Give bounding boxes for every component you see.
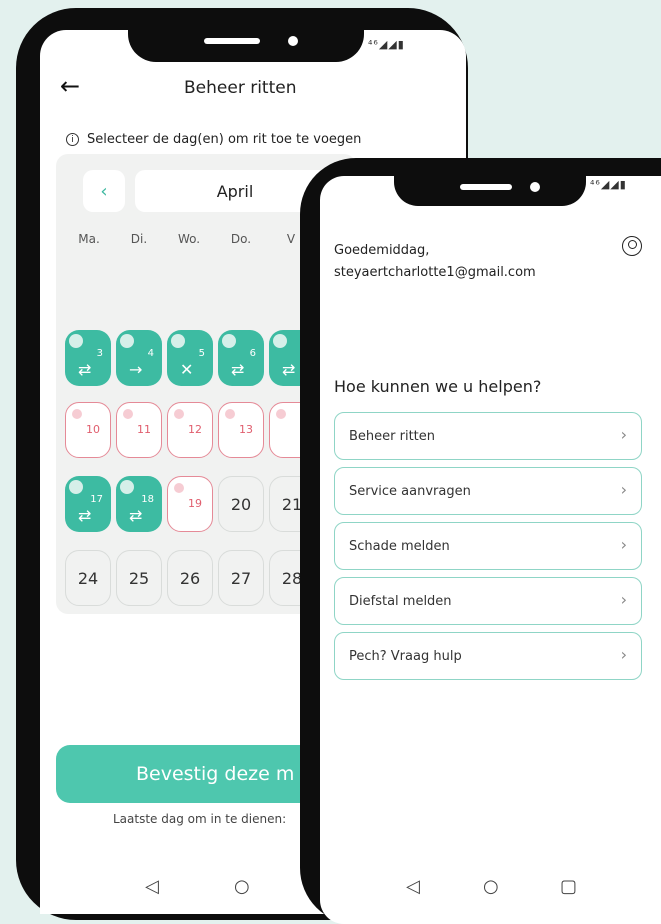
status-dot [174,409,184,419]
day-number: 19 [188,497,202,510]
calendar-day[interactable]: 24 [65,550,111,606]
day-number: 12 [188,423,202,436]
menu-item-label: Beheer ritten [349,428,436,444]
day-number: 10 [86,423,100,436]
menu-item-beheer-ritten[interactable]: Beheer ritten › [334,412,642,460]
nav-recent-icon[interactable]: ▢ [560,876,577,897]
nav-home-icon[interactable]: ○ [483,876,499,897]
calendar-day-ride[interactable]: 18 ⇄ [116,476,162,532]
calendar-day-ride[interactable]: 17 ⇄ [65,476,111,532]
greeting: Goedemiddag, steyaertcharlotte1@gmail.co… [334,240,536,284]
calendar-day-ride[interactable]: 4 → [116,330,162,386]
status-dot [276,409,286,419]
round-trip-icon: ⇄ [129,506,143,525]
calendar-day[interactable]: 20 [218,476,264,532]
round-trip-icon: ⇄ [78,506,92,525]
menu-item-label: Schade melden [349,538,450,554]
round-trip-icon: ⇄ [282,360,296,379]
cancel-icon: ✕ [180,360,194,379]
profile-icon[interactable] [622,236,642,256]
status-dot [120,480,134,494]
notch [394,166,586,206]
menu-item-label: Pech? Vraag hulp [349,648,462,664]
day-number: 4 [147,348,154,359]
weekday-label: Di. [130,232,148,246]
calendar-day-open[interactable]: 11 [116,402,162,458]
chevron-right-icon: › [620,535,627,554]
one-way-icon: → [129,360,143,379]
status-bar-icons: ⁴⁶◢◢▮ [590,178,627,191]
menu-item-label: Service aanvragen [349,483,471,499]
menu-item-service[interactable]: Service aanvragen › [334,467,642,515]
prev-month-button[interactable]: ‹ [83,170,125,212]
speaker-icon [460,184,512,190]
page-title: Beheer ritten [184,78,297,98]
calendar-day-open[interactable]: 12 [167,402,213,458]
hint-text: i Selecteer de dag(en) om rit toe te voe… [66,132,361,147]
calendar-day-ride[interactable]: 6 ⇄ [218,330,264,386]
chevron-right-icon: › [620,425,627,444]
status-dot [72,409,82,419]
day-number: 5 [198,348,205,359]
chevron-right-icon: › [620,480,627,499]
chevron-right-icon: › [620,590,627,609]
calendar-day-open[interactable]: 19 [167,476,213,532]
back-arrow-icon[interactable]: ← [60,72,80,100]
day-number: 11 [137,423,151,436]
status-dot [225,409,235,419]
weekday-label: Wo. [177,232,201,246]
weekday-label: Ma. [78,232,100,246]
nav-home-icon[interactable]: ○ [234,876,250,897]
speaker-icon [204,38,260,44]
menu-item-label: Diefstal melden [349,593,452,609]
calendar-day[interactable]: 25 [116,550,162,606]
nav-back-icon[interactable]: ◁ [406,876,420,897]
round-trip-icon: ⇄ [78,360,92,379]
chevron-right-icon: › [620,645,627,664]
calendar-day[interactable]: 26 [167,550,213,606]
notch [128,8,364,62]
menu-item-schade[interactable]: Schade melden › [334,522,642,570]
status-dot [222,334,236,348]
weekday-label: Do. [230,232,252,246]
nav-back-icon[interactable]: ◁ [145,876,159,897]
help-title: Hoe kunnen we u helpen? [334,377,542,396]
calendar-day-open[interactable]: 10 [65,402,111,458]
status-dot [120,334,134,348]
day-number: 13 [239,423,253,436]
calendar-day-open[interactable]: 13 [218,402,264,458]
status-dot [69,480,83,494]
day-number: 3 [96,348,103,359]
day-number: 6 [249,348,256,359]
status-bar-icons: ⁴⁶◢◢▮ [368,38,405,51]
day-number: 18 [141,494,154,505]
status-dot [171,334,185,348]
calendar-day-ride[interactable]: 3 ⇄ [65,330,111,386]
calendar-day-ride[interactable]: 5 ✕ [167,330,213,386]
calendar-day[interactable]: 27 [218,550,264,606]
deadline-text: Laatste dag om in te dienen: [113,812,287,826]
camera-icon [530,182,540,192]
user-email: steyaertcharlotte1@gmail.com [334,265,536,280]
info-icon: i [66,133,79,146]
hint-label: Selecteer de dag(en) om rit toe te voege… [87,132,362,147]
day-number: 17 [90,494,103,505]
status-dot [123,409,133,419]
status-dot [69,334,83,348]
menu-item-pech[interactable]: Pech? Vraag hulp › [334,632,642,680]
camera-icon [288,36,298,46]
status-dot [273,334,287,348]
greeting-label: Goedemiddag, [334,243,430,258]
menu-item-diefstal[interactable]: Diefstal melden › [334,577,642,625]
status-dot [174,483,184,493]
round-trip-icon: ⇄ [231,360,245,379]
